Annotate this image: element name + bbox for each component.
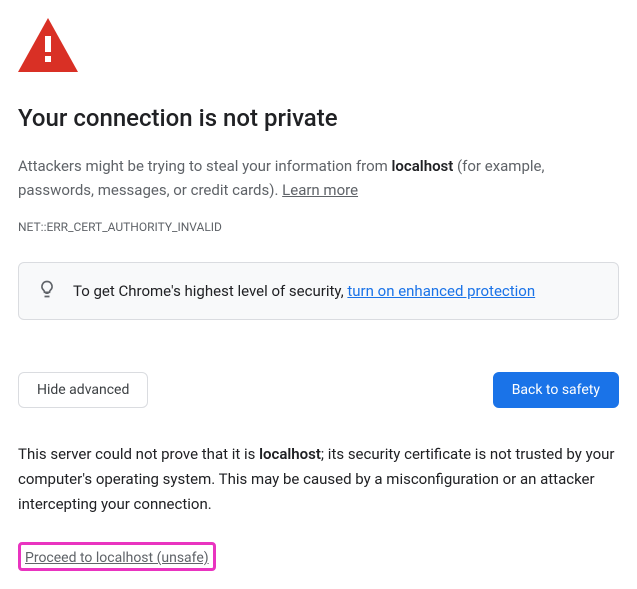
advanced-hostname: localhost [259, 445, 321, 463]
page-title: Your connection is not private [18, 104, 619, 132]
advanced-prefix: This server could not prove that it is [18, 445, 259, 463]
description-prefix: Attackers might be trying to steal your … [18, 157, 392, 175]
back-to-safety-button[interactable]: Back to safety [493, 372, 619, 408]
button-row: Hide advanced Back to safety [18, 372, 619, 408]
proceed-link[interactable]: Proceed to localhost (unsafe) [25, 550, 209, 566]
proceed-highlight: Proceed to localhost (unsafe) [18, 542, 216, 571]
hostname: localhost [392, 157, 454, 175]
security-tip-box: To get Chrome's highest level of securit… [18, 262, 619, 320]
advanced-description: This server could not prove that it is l… [18, 442, 619, 516]
tip-text: To get Chrome's highest level of securit… [73, 282, 535, 300]
enhanced-protection-link[interactable]: turn on enhanced protection [347, 282, 535, 300]
error-code: NET::ERR_CERT_AUTHORITY_INVALID [18, 220, 619, 234]
warning-description: Attackers might be trying to steal your … [18, 154, 619, 202]
learn-more-link[interactable]: Learn more [282, 181, 358, 199]
hide-advanced-button[interactable]: Hide advanced [18, 372, 148, 408]
lightbulb-icon [37, 279, 57, 303]
warning-icon [18, 18, 619, 76]
tip-prefix: To get Chrome's highest level of securit… [73, 282, 347, 300]
